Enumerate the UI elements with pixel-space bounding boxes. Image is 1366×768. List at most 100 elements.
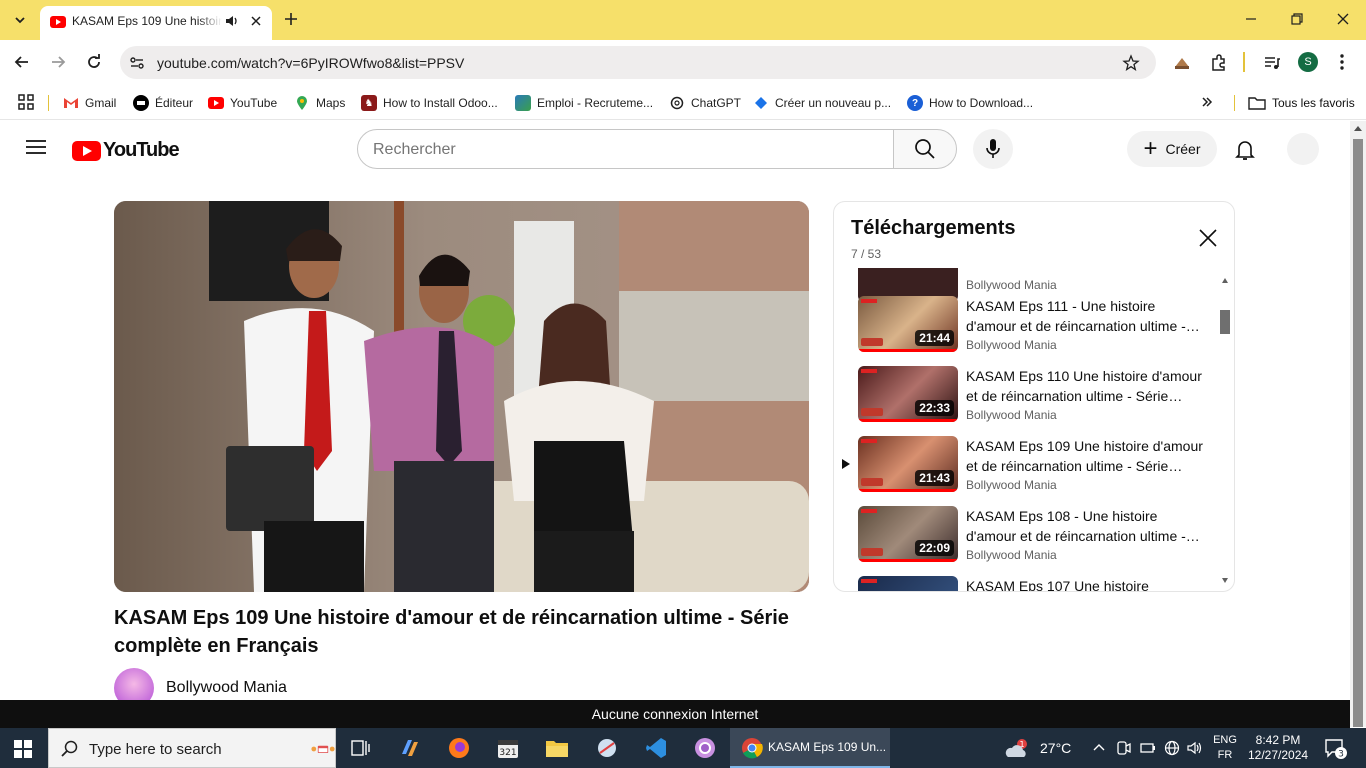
channel-name[interactable]: Bollywood Mania <box>166 679 287 697</box>
video-frame <box>114 201 809 592</box>
list-item[interactable]: 22:33 KASAM Eps 110 Une histoire d'amour… <box>834 366 1220 436</box>
taskbar-vscode[interactable] <box>642 734 670 762</box>
list-item-current[interactable]: 21:43 KASAM Eps 109 Une histoire d'amour… <box>834 436 1220 506</box>
bookmark-label: Créer un nouveau p... <box>775 96 892 110</box>
media-controls-icon[interactable] <box>1262 53 1282 73</box>
new-tab-icon[interactable] <box>283 11 299 27</box>
scrollbar-thumb[interactable] <box>1353 139 1363 727</box>
reload-icon[interactable] <box>85 53 103 71</box>
browser-tab-active[interactable]: KASAM Eps 109 Une histoire d'amour <box>40 6 272 40</box>
video-thumbnail: 21:44 <box>858 296 958 352</box>
create-button[interactable]: + Créer <box>1127 131 1217 167</box>
bookmark-label: Emploi - Recruteme... <box>537 96 654 110</box>
clock-date: 12/27/2024 <box>1248 748 1309 762</box>
bookmark-label: Gmail <box>85 96 117 110</box>
scroll-down-arrow-icon[interactable] <box>1222 578 1228 583</box>
bookmark-maps[interactable]: Maps <box>294 92 345 114</box>
page-scrollbar[interactable] <box>1350 121 1366 739</box>
list-item[interactable]: 22:09 KASAM Eps 108 - Une histoire d'amo… <box>834 506 1220 576</box>
item-channel: Bollywood Mania <box>966 478 1057 492</box>
bookmark-odoo[interactable]: ♞ How to Install Odoo... <box>361 92 498 114</box>
language-indicator[interactable]: ENG FR <box>1212 733 1238 763</box>
plus-icon: + <box>1143 135 1158 162</box>
site-settings-icon[interactable] <box>128 54 146 72</box>
create-label: Créer <box>1165 141 1201 157</box>
language-code: ENG <box>1213 734 1237 746</box>
search-box[interactable] <box>357 129 894 169</box>
windows-start-icon[interactable] <box>14 740 32 758</box>
meet-now-icon[interactable] <box>1116 740 1132 756</box>
playlist-title[interactable]: Téléchargements <box>851 217 1016 240</box>
create-icon <box>753 95 769 111</box>
taskbar-clock[interactable]: 8:42 PM 12/27/2024 <box>1248 733 1308 763</box>
bookmark-star-icon[interactable] <box>1122 54 1140 72</box>
speaker-icon[interactable] <box>225 14 239 28</box>
restore-icon[interactable] <box>1290 12 1304 26</box>
taskbar-search[interactable]: Type here to search <box>48 728 336 768</box>
chevron-up-icon[interactable] <box>1092 740 1106 754</box>
all-bookmarks-button[interactable]: Tous les favoris <box>1248 92 1355 114</box>
battery-plug-icon[interactable] <box>1140 740 1156 756</box>
back-arrow-icon[interactable] <box>13 53 31 71</box>
chrome-icon <box>742 738 763 759</box>
profile-avatar[interactable]: S <box>1298 52 1318 72</box>
hamburger-menu-icon[interactable] <box>26 139 46 155</box>
bookmark-gmail[interactable]: Gmail <box>63 92 116 114</box>
list-item[interactable]: 21:44 KASAM Eps 111 - Une histoire d'amo… <box>834 296 1220 366</box>
item-channel: Bollywood Mania <box>966 338 1057 352</box>
taskbar-snipping-tool[interactable] <box>593 734 621 762</box>
voice-search-button[interactable] <box>973 129 1013 169</box>
video-title: KASAM Eps 109 Une histoire d'amour et de… <box>114 607 789 657</box>
minimize-icon[interactable] <box>1244 12 1258 26</box>
tab-search-button[interactable] <box>8 8 32 32</box>
taskbar-firefox[interactable] <box>445 734 473 762</box>
bookmark-emploi[interactable]: Emploi - Recruteme... <box>515 92 653 114</box>
extension-hat-icon[interactable] <box>1172 53 1192 73</box>
list-item[interactable]: KASAM Eps 107 Une histoire <box>834 576 1220 591</box>
browser-toolbar: youtube.com/watch?v=6PyIROWfwo8&list=PPS… <box>0 40 1366 86</box>
taskbar-file-explorer[interactable] <box>543 734 571 762</box>
address-bar[interactable]: youtube.com/watch?v=6PyIROWfwo8&list=PPS… <box>120 46 1156 79</box>
search-button[interactable] <box>893 129 957 169</box>
snipping-icon <box>598 739 616 757</box>
forward-arrow-icon[interactable] <box>49 53 67 71</box>
double-chevron-right-icon[interactable] <box>1200 95 1214 109</box>
url-text[interactable]: youtube.com/watch?v=6PyIROWfwo8&list=PPS… <box>157 55 464 71</box>
svg-text:321: 321 <box>499 748 516 758</box>
bookmark-youtube[interactable]: YouTube <box>208 92 277 114</box>
weather-cloud-icon: 1 <box>1005 739 1027 757</box>
account-avatar[interactable] <box>1287 133 1319 165</box>
playlist-scrollbar[interactable] <box>1218 276 1232 590</box>
search-input[interactable] <box>373 139 873 161</box>
bookmark-separator <box>48 95 49 111</box>
globe-network-icon[interactable] <box>1164 740 1180 756</box>
bookmark-creer[interactable]: Créer un nouveau p... <box>753 92 891 114</box>
video-player[interactable] <box>114 201 809 592</box>
scrollbar-thumb[interactable] <box>1220 310 1230 334</box>
all-bookmarks-label: Tous les favoris <box>1272 96 1355 110</box>
toolbar-separator <box>1243 52 1245 72</box>
notification-center-icon[interactable]: 3 <box>1324 738 1348 760</box>
tab-close-icon[interactable] <box>250 15 262 27</box>
taskbar-task-view[interactable] <box>346 734 374 762</box>
window-close-icon[interactable] <box>1336 12 1350 26</box>
playlist-position: 7 / 53 <box>851 247 882 261</box>
apps-grid-icon[interactable] <box>18 94 34 110</box>
scroll-up-arrow-icon[interactable] <box>1222 278 1228 283</box>
taskbar-copilot[interactable] <box>396 734 424 762</box>
taskbar-chrome-window[interactable]: KASAM Eps 109 Un... <box>730 728 890 768</box>
taskbar-calculator[interactable]: 321 <box>494 734 522 762</box>
close-icon[interactable] <box>1198 228 1218 248</box>
scroll-up-arrow-icon[interactable] <box>1354 126 1362 131</box>
weather-widget[interactable]: 1 27°C <box>1004 736 1071 760</box>
bookmark-chatgpt[interactable]: ChatGPT <box>669 92 741 114</box>
kebab-menu-icon[interactable] <box>1339 53 1345 71</box>
volume-icon[interactable] <box>1187 740 1203 756</box>
taskbar-obs[interactable] <box>691 734 719 762</box>
bookmark-editeur[interactable]: Éditeur <box>133 92 193 114</box>
puzzle-extensions-icon[interactable] <box>1209 53 1229 73</box>
chevron-down-icon <box>15 17 25 24</box>
notifications-bell-icon[interactable] <box>1235 139 1255 161</box>
youtube-logo[interactable]: YouTube <box>72 139 180 162</box>
bookmark-download[interactable]: ? How to Download... <box>907 92 1033 114</box>
